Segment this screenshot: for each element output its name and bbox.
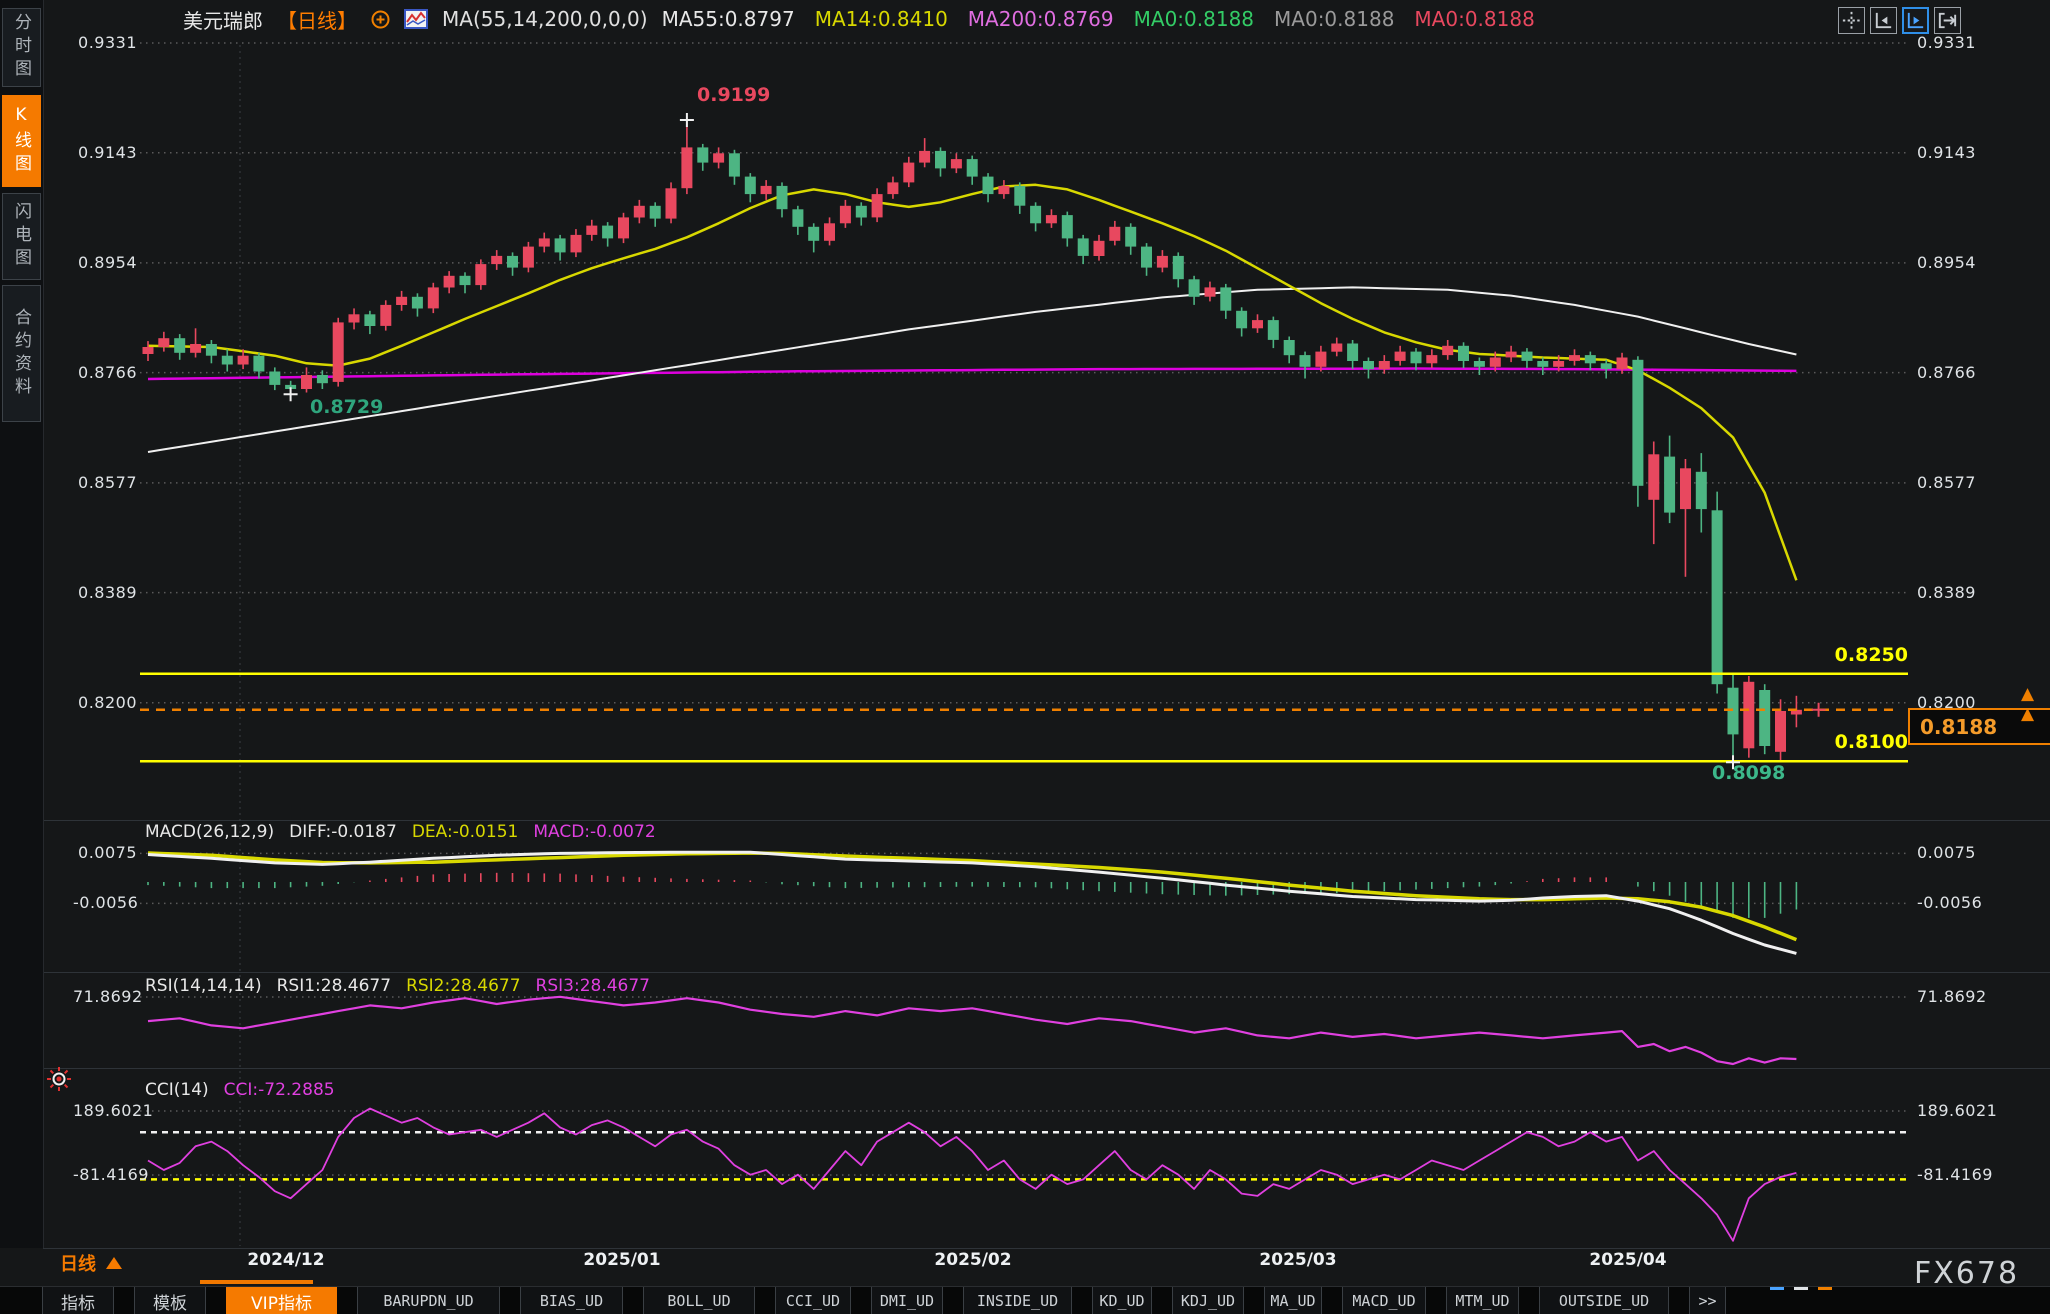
- ma-value-label: MA0:0.8188: [1274, 7, 1394, 31]
- cci-value: CCI:-72.2885: [224, 1080, 335, 1100]
- y-axis-label-right: 0.9331: [1917, 33, 1976, 53]
- price-up-arrow-icon: ▲▲: [2021, 684, 2034, 724]
- cci-axis-label-left: -81.4169: [73, 1165, 137, 1185]
- chart-header: 美元瑞郎 【日线】 MA(55,14,200,0,0,0) MA55:0.879…: [183, 4, 1535, 34]
- y-axis-label-right: 0.8389: [1917, 583, 1976, 603]
- macd-axis-label-left: 0.0075: [73, 843, 137, 863]
- tab-boll-ud[interactable]: BOLL_UD: [643, 1287, 755, 1314]
- rsi2-value: RSI2:28.4677: [406, 976, 520, 996]
- deco-dash-blue: [1770, 1287, 1784, 1290]
- move-icon[interactable]: [1838, 7, 1865, 34]
- macd-axis-label-right: -0.0056: [1917, 893, 1982, 913]
- y-axis-label-right: 0.8766: [1917, 363, 1976, 383]
- indicator-tabbar: 指标 模板 VIP指标 BARUPDN_UD BIAS_UD BOLL_UD C…: [0, 1286, 2050, 1314]
- tab-outside-ud[interactable]: OUTSIDE_UD: [1539, 1287, 1669, 1314]
- record-burst-icon: [46, 1066, 72, 1092]
- detach-icon[interactable]: [1934, 7, 1961, 34]
- tab-kd-ud[interactable]: KD_UD: [1092, 1287, 1152, 1314]
- tab-mtm-ud[interactable]: MTM_UD: [1446, 1287, 1519, 1314]
- period-tag[interactable]: 【日线】: [277, 5, 357, 34]
- chart-scrollbar[interactable]: [200, 1280, 313, 1284]
- y-axis-label-left: 0.9331: [73, 33, 137, 53]
- tab-vip-indicator[interactable]: VIP指标: [226, 1287, 337, 1314]
- tab-ma-ud[interactable]: MA_UD: [1264, 1287, 1322, 1314]
- x-axis-label: 2025/03: [1248, 1250, 1348, 1270]
- macd-dea-value: DEA:-0.0151: [412, 822, 519, 842]
- watermark: FX678: [1914, 1256, 2019, 1291]
- macd-title: MACD(26,12,9): [145, 822, 274, 842]
- ma-value-label: MA0:0.8188: [1134, 7, 1254, 31]
- trading-app-window: 0.9331 0.9331 0.9143 0.9143 0.8954 0.8954 0.87…: [0, 0, 2050, 1314]
- rsi3-value: RSI3:28.4677: [536, 976, 650, 996]
- toolbar: [1838, 7, 1961, 34]
- rsi-title: RSI(14,14,14): [145, 976, 262, 996]
- tab-template[interactable]: 模板: [134, 1287, 206, 1314]
- deco-dash-white: [1794, 1287, 1808, 1290]
- sidebar-item-lightning-chart[interactable]: 闪电图: [2, 193, 41, 280]
- macd-axis-label-left: -0.0056: [73, 893, 137, 913]
- period-label: 日线: [60, 1250, 96, 1276]
- low-price-label: 0.8098: [1712, 762, 1785, 784]
- tab-more[interactable]: >>: [1689, 1287, 1726, 1314]
- period-dropdown-arrow-icon: [106, 1257, 122, 1269]
- y-axis-label-right: 0.8954: [1917, 253, 1976, 273]
- ma-settings: MA(55,14,200,0,0,0): [442, 7, 648, 31]
- y-axis-label-left: 0.8766: [73, 363, 137, 383]
- sidebar-item-contract-info[interactable]: 合约资料: [2, 285, 41, 422]
- cci-axis-label-left: 189.6021: [73, 1101, 137, 1121]
- tab-bias-ud[interactable]: BIAS_UD: [520, 1287, 623, 1314]
- tab-kdj-ud[interactable]: KDJ_UD: [1172, 1287, 1244, 1314]
- macd-axis-label-right: 0.0075: [1917, 843, 1976, 863]
- rsi-info-row: RSI(14,14,14) RSI1:28.4677 RSI2:28.4677 …: [145, 976, 650, 996]
- ma-values: MA55:0.8797 MA14:0.8410 MA200:0.8769 MA0:0.…: [662, 7, 1535, 31]
- y-axis-label-left: 0.8389: [73, 583, 137, 603]
- y-axis-label-right: 0.8577: [1917, 473, 1976, 493]
- x-axis-label: 2024/12: [236, 1250, 336, 1270]
- axis-pan-right-icon[interactable]: [1902, 7, 1929, 34]
- rsi-axis-label-right: 71.8692: [1917, 987, 1987, 1007]
- sidebar-item-kline-chart[interactable]: K线图: [2, 95, 41, 187]
- rsi1-value: RSI1:28.4677: [277, 976, 391, 996]
- support-level-label: 0.8100: [1740, 731, 1908, 753]
- symbol-title: 美元瑞郎: [183, 5, 263, 34]
- y-axis-label-left: 0.8200: [73, 693, 137, 713]
- y-axis-label-left: 0.8577: [73, 473, 137, 493]
- resistance-level-label: 0.8250: [1740, 644, 1908, 666]
- period-selector[interactable]: 日线: [60, 1250, 122, 1276]
- mini-chart-icon[interactable]: [404, 9, 428, 29]
- tab-macd-ud[interactable]: MACD_UD: [1342, 1287, 1426, 1314]
- ma-value-label: MA55:0.8797: [662, 7, 795, 31]
- y-axis-label-right: 0.9143: [1917, 143, 1976, 163]
- sidebar-item-time-chart[interactable]: 分时图: [2, 8, 41, 87]
- high-price-label: 0.9199: [697, 84, 770, 106]
- ma-value-label: MA200:0.8769: [968, 7, 1114, 31]
- x-axis-label: 2025/04: [1578, 1250, 1678, 1270]
- link-icon[interactable]: [371, 10, 390, 29]
- macd-macd-value: MACD:-0.0072: [533, 822, 655, 842]
- rsi-axis-label-left: 71.8692: [73, 987, 137, 1007]
- macd-info-row: MACD(26,12,9) DIFF:-0.0187 DEA:-0.0151 M…: [145, 822, 656, 842]
- x-axis-label: 2025/02: [923, 1250, 1023, 1270]
- cci-title: CCI(14): [145, 1080, 209, 1100]
- deco-dash-orange: [1818, 1287, 1832, 1290]
- early-low-price-label: 0.8729: [310, 396, 383, 418]
- tab-dmi-ud[interactable]: DMI_UD: [871, 1287, 943, 1314]
- ma-value-label: MA14:0.8410: [815, 7, 948, 31]
- sidebar: 分时图 K线图 闪电图 合约资料: [0, 0, 44, 1248]
- tab-indicator[interactable]: 指标: [42, 1287, 114, 1314]
- ma-value-label: MA0:0.8188: [1414, 7, 1534, 31]
- y-axis-label-left: 0.8954: [73, 253, 137, 273]
- cci-axis-label-right: -81.4169: [1917, 1165, 1993, 1185]
- tab-cci-ud[interactable]: CCI_UD: [775, 1287, 851, 1314]
- tab-barupdn-ud[interactable]: BARUPDN_UD: [357, 1287, 500, 1314]
- cci-info-row: CCI(14) CCI:-72.2885: [145, 1080, 335, 1100]
- axis-pan-left-icon[interactable]: [1870, 7, 1897, 34]
- tab-inside-ud[interactable]: INSIDE_UD: [963, 1287, 1072, 1314]
- cci-axis-label-right: 189.6021: [1917, 1101, 1997, 1121]
- x-axis-label: 2025/01: [572, 1250, 672, 1270]
- macd-diff-value: DIFF:-0.0187: [289, 822, 397, 842]
- y-axis-label-left: 0.9143: [73, 143, 137, 163]
